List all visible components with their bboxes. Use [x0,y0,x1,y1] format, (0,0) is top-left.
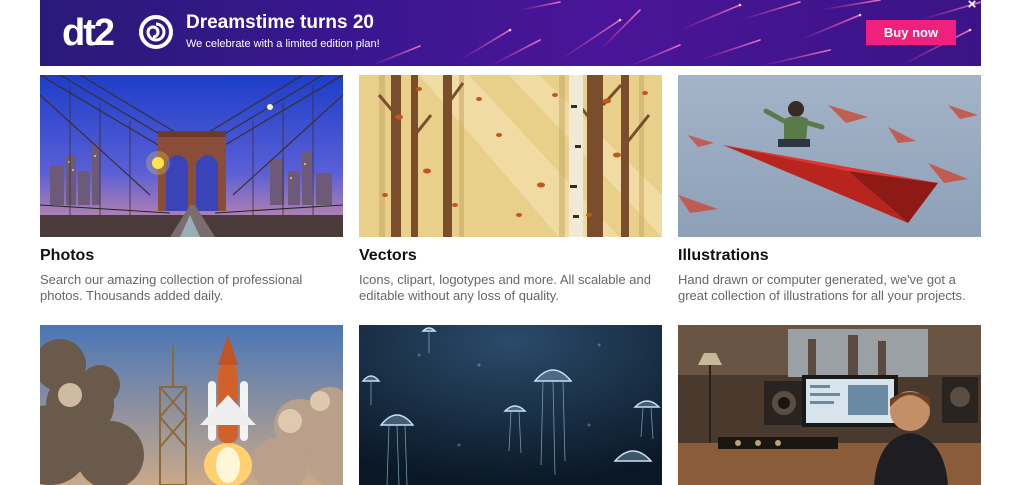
description-line: Search our amazing collection of profess… [40,272,303,287]
category-title[interactable]: Illustrations [678,247,981,265]
description-line: great collection of illustrations for al… [678,288,966,303]
description-line: photos. Thousands added daily. [40,288,224,303]
vectors-thumbnail[interactable] [359,75,662,237]
category-description: Hand drawn or computer generated, we've … [678,272,981,304]
bridge-photo-image [40,75,343,237]
description-line: editable without any loss of quality. [359,288,559,303]
dt20-logo-icon: dt2 [62,12,173,52]
rocket-launch-thumbnail[interactable] [40,325,343,485]
jellyfish-thumbnail[interactable] [359,325,662,485]
buy-now-button[interactable]: Buy now [866,20,956,45]
category-card-row2-3[interactable] [678,325,981,485]
paper-plane-illustration-image [678,75,981,237]
description-line: Hand drawn or computer generated, we've … [678,272,956,287]
svg-text:dt2: dt2 [62,12,114,52]
category-card-illustrations[interactable]: Illustrations Hand drawn or computer gen… [678,75,981,304]
category-card-vectors[interactable]: Vectors Icons, clipart, logotypes and mo… [359,75,662,304]
photos-thumbnail[interactable] [40,75,343,237]
category-card-row2-1[interactable] [40,325,343,485]
promo-banner[interactable]: dt20 dt2 Dreamstime turns 20 We celebrat… [40,0,981,66]
jellyfish-image [359,325,662,485]
music-studio-image [678,325,981,485]
studio-thumbnail[interactable] [678,325,981,485]
illustrations-thumbnail[interactable] [678,75,981,237]
category-card-photos[interactable]: Photos Search our amazing collection of … [40,75,343,304]
category-description: Search our amazing collection of profess… [40,272,343,304]
close-banner-icon[interactable]: × [963,0,981,14]
category-title[interactable]: Photos [40,247,343,265]
description-line: Icons, clipart, logotypes and more. All … [359,272,651,287]
category-card-row2-2[interactable] [359,325,662,485]
category-title[interactable]: Vectors [359,247,662,265]
banner-subtitle: We celebrate with a limited edition plan… [186,38,380,50]
banner-title: Dreamstime turns 20 [186,12,374,33]
category-description: Icons, clipart, logotypes and more. All … [359,272,662,304]
forest-vector-image [359,75,662,237]
rocket-launch-image [40,325,343,485]
